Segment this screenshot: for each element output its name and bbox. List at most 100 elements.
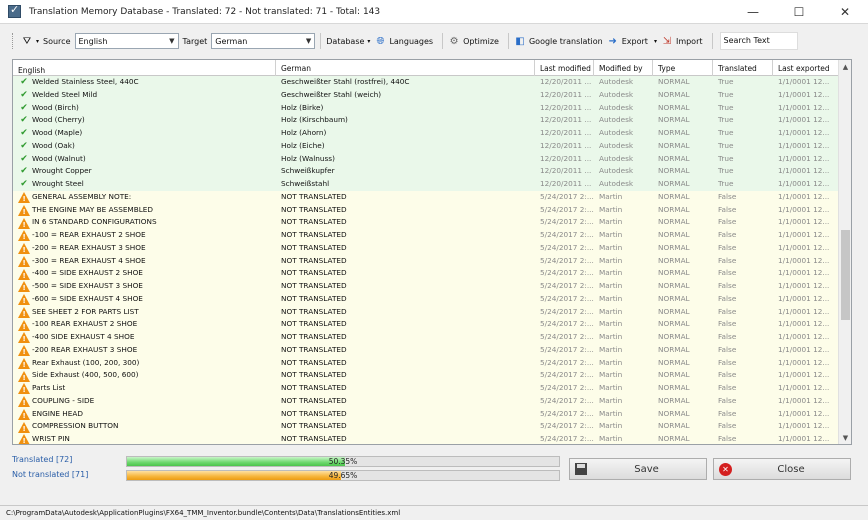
- table-row[interactable]: -400 SIDE EXHAUST 4 SHOE NOT TRANSLATED 5/…: [13, 331, 839, 344]
- table-row[interactable]: -500 = SIDE EXHAUST 3 SHOE NOT TRANSLATED…: [13, 280, 839, 293]
- table-row[interactable]: ✔ Wood (Maple) Holz (Ahorn) 12/20/2011 ... A…: [13, 127, 839, 140]
- cell-german: Schweißkupfer: [281, 166, 335, 176]
- table-row[interactable]: -100 REAR EXHAUST 2 SHOE NOT TRANSLATED 5/…: [13, 318, 839, 331]
- check-icon: ✔: [20, 179, 28, 189]
- table-row[interactable]: -300 = REAR EXHAUST 4 SHOE NOT TRANSLATED…: [13, 254, 839, 268]
- optimize-button[interactable]: ⚙︎ Optimize: [448, 32, 499, 50]
- table-row[interactable]: Rear Exhaust (100, 200, 300) NOT TRANSLAT…: [13, 356, 839, 370]
- warning-icon: [18, 192, 30, 204]
- close-window-button[interactable]: ✕: [822, 0, 868, 24]
- cell-german: Holz (Birke): [281, 102, 324, 112]
- table-row[interactable]: GENERAL ASSEMBLY NOTE: NOT TRANSLATED 5/24…: [13, 190, 839, 204]
- table-row[interactable]: SEE SHEET 2 FOR PARTS LIST NOT TRANSLATED…: [13, 305, 839, 319]
- minimize-button[interactable]: —: [730, 0, 776, 24]
- cell-translated: False: [718, 281, 737, 290]
- english-text: IN 6 STANDARD CONFIGURATIONS: [32, 217, 157, 227]
- table-row[interactable]: ✔ Wood (Walnut) Holz (Walnuss) 12/20/2011 .…: [13, 152, 839, 166]
- english-text: -200 = REAR EXHAUST 3 SHOE: [32, 242, 146, 252]
- target-language-select[interactable]: German ▼: [211, 33, 316, 49]
- table-row[interactable]: ✔ Wood (Birch) Holz (Birke) 12/20/2011 ... A…: [13, 101, 839, 115]
- languages-button[interactable]: 🌐︎ Languages: [374, 32, 433, 50]
- column-header-modified-by[interactable]: Modified by: [594, 60, 653, 76]
- table-row[interactable]: IN 6 STANDARD CONFIGURATIONS NOT TRANSLAT…: [13, 216, 839, 229]
- google-translation-button[interactable]: ◧ Google translation: [514, 32, 603, 50]
- source-language-select[interactable]: English ▼: [74, 33, 179, 49]
- cell-last-modified: 12/20/2011 ...: [540, 166, 592, 176]
- table-row[interactable]: Side Exhaust (400, 500, 600) NOT TRANSLAT…: [13, 369, 839, 382]
- english-text: -500 = SIDE EXHAUST 3 SHOE: [32, 281, 143, 290]
- english-text: Wrought Steel: [32, 179, 84, 188]
- cell-modified-by: Autodesk: [599, 77, 634, 86]
- column-header-last-exported[interactable]: Last exported: [773, 60, 839, 76]
- table-row[interactable]: -600 = SIDE EXHAUST 4 SHOE NOT TRANSLATED…: [13, 292, 839, 306]
- cell-modified-by: Martin: [599, 268, 623, 278]
- save-button[interactable]: Save: [569, 458, 707, 480]
- vertical-scrollbar[interactable]: ▲ ▼: [838, 60, 851, 444]
- toolbar: ⛛ ▾ Source English ▼ Target German ▼ Dat…: [12, 30, 852, 52]
- table-row[interactable]: ✔ Wood (Cherry) Holz (Kirschbaum) 12/20/201…: [13, 114, 839, 127]
- close-button[interactable]: ✕ Close: [713, 458, 851, 480]
- table-row[interactable]: -200 = REAR EXHAUST 3 SHOE NOT TRANSLATED…: [13, 241, 839, 255]
- export-button[interactable]: ➜ Export ▾: [607, 32, 657, 50]
- column-header-german[interactable]: German: [276, 60, 535, 76]
- cell-type: NORMAL: [658, 332, 690, 341]
- column-header-type[interactable]: Type: [653, 60, 713, 76]
- table-row[interactable]: COMPRESSION BUTTON NOT TRANSLATED 5/24/201…: [13, 420, 839, 433]
- cell-english: GENERAL ASSEMBLY NOTE:: [13, 191, 276, 204]
- english-text: -400 = SIDE EXHAUST 2 SHOE: [32, 268, 143, 278]
- cell-last-exported: 1/1/0001 12...: [778, 191, 830, 201]
- cell-modified-by: Martin: [599, 281, 623, 290]
- table-row[interactable]: WRIST PIN NOT TRANSLATED 5/24/2017 2:... Ma…: [13, 433, 839, 444]
- import-button[interactable]: ⇲ Import: [661, 32, 703, 50]
- cell-last-modified: 5/24/2017 2:...: [540, 281, 594, 290]
- maximize-button[interactable]: ☐: [776, 0, 822, 24]
- table-row[interactable]: Parts List NOT TRANSLATED 5/24/2017 2:... M…: [13, 382, 839, 395]
- table-row[interactable]: ✔ Wood (Oak) Holz (Eiche) 12/20/2011 ... Aut…: [13, 139, 839, 153]
- table-row[interactable]: -200 REAR EXHAUST 3 SHOE NOT TRANSLATED 5/…: [13, 343, 839, 357]
- cell-translated: False: [718, 357, 737, 367]
- scroll-up-icon[interactable]: ▲: [839, 60, 851, 73]
- cell-last-exported: 1/1/0001 12...: [778, 153, 830, 163]
- cell-translated: False: [718, 293, 737, 303]
- cell-last-modified: 5/24/2017 2:...: [540, 332, 594, 341]
- cell-modified-by: Martin: [599, 319, 623, 329]
- table-row[interactable]: ✔ Wrought Steel Schweißstahl 12/20/2011 ...…: [13, 178, 839, 191]
- table-row[interactable]: ✔ Welded Steel Mild Geschweißter Stahl (we…: [13, 88, 839, 102]
- cell-modified-by: Martin: [599, 434, 623, 443]
- english-text: COMPRESSION BUTTON: [32, 421, 119, 431]
- warning-icon: [18, 332, 30, 344]
- cell-last-modified: 5/24/2017 2:...: [540, 242, 594, 252]
- cell-type: NORMAL: [658, 242, 690, 252]
- cell-english: SEE SHEET 2 FOR PARTS LIST: [13, 306, 276, 318]
- database-menu-button[interactable]: Database ▾: [326, 32, 370, 50]
- table-row[interactable]: ✔ Welded Stainless Steel, 440C Geschweißte…: [13, 76, 839, 89]
- cell-translated: True: [718, 140, 734, 150]
- column-header-translated[interactable]: Translated: [713, 60, 773, 76]
- column-header-last-modified[interactable]: Last modified: [535, 60, 594, 76]
- cell-modified-by: Martin: [599, 255, 623, 265]
- cell-last-modified: 5/24/2017 2:...: [540, 319, 594, 329]
- filter-button[interactable]: ⛛ ▾: [21, 32, 39, 50]
- table-row[interactable]: ✔ Wrought Copper Schweißkupfer 12/20/2011 .…: [13, 165, 839, 178]
- column-header-english[interactable]: English: [13, 60, 276, 76]
- cell-modified-by: Autodesk: [599, 153, 634, 163]
- table-row[interactable]: THE ENGINE MAY BE ASSEMBLED NOT TRANSLATE…: [13, 203, 839, 217]
- scrollbar-thumb[interactable]: [841, 230, 850, 320]
- cell-german: NOT TRANSLATED: [281, 255, 347, 265]
- cell-last-exported: 1/1/0001 12...: [778, 115, 830, 125]
- table-row[interactable]: COUPLING - SIDE NOT TRANSLATED 5/24/2017 2…: [13, 394, 839, 408]
- filter-dropdown-arrow-icon: ▾: [36, 37, 40, 45]
- table-row[interactable]: -100 = REAR EXHAUST 2 SHOE NOT TRANSLATED…: [13, 229, 839, 242]
- search-input[interactable]: Search Text: [719, 32, 798, 50]
- cell-translated: False: [718, 395, 737, 405]
- toolbar-grip[interactable]: [12, 33, 15, 49]
- cell-last-modified: 12/20/2011 ...: [540, 140, 592, 150]
- english-text: Parts List: [32, 383, 66, 392]
- cell-modified-by: Martin: [599, 332, 623, 341]
- cell-last-exported: 1/1/0001 12...: [778, 281, 830, 290]
- cell-english: -100 = REAR EXHAUST 2 SHOE: [13, 229, 276, 242]
- cell-english: ✔ Wrought Steel: [13, 178, 276, 191]
- table-row[interactable]: ENGINE HEAD NOT TRANSLATED 5/24/2017 2:...…: [13, 407, 839, 421]
- table-row[interactable]: -400 = SIDE EXHAUST 2 SHOE NOT TRANSLATED…: [13, 267, 839, 280]
- scroll-down-icon[interactable]: ▼: [839, 431, 851, 444]
